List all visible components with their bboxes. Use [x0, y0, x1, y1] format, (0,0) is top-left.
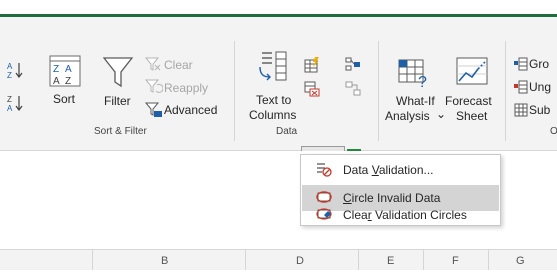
- reapply-filter-icon: [144, 79, 164, 98]
- sort-a-to-z-icon[interactable]: A Z: [7, 61, 23, 84]
- what-if-label-2[interactable]: Analysis: [385, 109, 430, 123]
- svg-text:A: A: [7, 104, 13, 112]
- group-divider: [234, 41, 235, 141]
- menu-item-clear-validation-circles[interactable]: Clear Validation Circles: [302, 208, 499, 224]
- sort-z-to-a-icon[interactable]: Z A: [7, 94, 23, 117]
- group-button-label[interactable]: Gro: [529, 57, 549, 71]
- svg-text:Z: Z: [7, 95, 12, 104]
- subtotal-icon[interactable]: [514, 103, 528, 122]
- title-bar-strip: [0, 0, 557, 14]
- sort-icon[interactable]: Z A A Z: [49, 55, 81, 92]
- consolidate-icon[interactable]: [345, 57, 361, 78]
- data-validation-menu: Data Validation... Circle Invalid Data C…: [300, 154, 501, 226]
- clear-filter-icon: [144, 57, 161, 76]
- advanced-filter-icon: [144, 102, 163, 123]
- clear-validation-circles-icon: [316, 206, 332, 225]
- advanced-button[interactable]: Advanced: [164, 103, 217, 117]
- clear-button[interactable]: Clear: [164, 58, 193, 72]
- data-validation-icon: [316, 161, 332, 180]
- forecast-sheet-label-1[interactable]: Forecast: [445, 94, 492, 108]
- group-divider: [505, 41, 506, 141]
- column-header[interactable]: E: [358, 250, 424, 270]
- menu-item-label: Circle Invalid Data: [343, 191, 441, 205]
- remove-duplicates-icon[interactable]: [304, 81, 320, 102]
- text-to-columns-label-1[interactable]: Text to: [256, 93, 291, 107]
- menu-item-label: Clear Validation Circles: [343, 208, 467, 222]
- group-icon[interactable]: [514, 57, 528, 76]
- outline-group-label: O: [550, 126, 557, 137]
- svg-text:A: A: [65, 64, 72, 75]
- column-header[interactable]: B: [92, 250, 246, 270]
- text-to-columns-icon[interactable]: [258, 51, 288, 88]
- subtotal-button-label[interactable]: Sub: [529, 103, 550, 117]
- what-if-label-1[interactable]: What-If: [396, 94, 435, 108]
- text-to-columns-label-2[interactable]: Columns: [249, 108, 296, 122]
- sort-button-label[interactable]: Sort: [53, 92, 75, 106]
- ribbon: A Z Z A Z A A Z Sort Filter Clear Reappl…: [0, 17, 557, 169]
- relationships-icon[interactable]: [345, 81, 361, 102]
- filter-button-label[interactable]: Filter: [104, 94, 131, 108]
- column-header[interactable]: F: [423, 250, 489, 270]
- forecast-sheet-label-2[interactable]: Sheet: [456, 109, 487, 123]
- svg-text:Z: Z: [65, 76, 71, 87]
- reapply-button[interactable]: Reapply: [164, 81, 208, 95]
- ungroup-icon[interactable]: [514, 80, 528, 99]
- column-header[interactable]: D: [245, 250, 359, 270]
- data-tools-group-label: Data: [276, 126, 298, 137]
- svg-text:A: A: [53, 76, 60, 87]
- ungroup-button-label[interactable]: Ung: [529, 80, 551, 94]
- group-divider: [378, 41, 379, 141]
- column-headers: B D E F G: [0, 249, 557, 270]
- menu-item-label: Data Validation...: [343, 163, 434, 177]
- svg-text:Z: Z: [7, 71, 12, 79]
- what-if-chevron-icon: ⌄: [436, 107, 447, 121]
- forecast-sheet-icon[interactable]: [456, 57, 488, 92]
- svg-text:A: A: [7, 62, 13, 71]
- filter-funnel-icon[interactable]: [102, 56, 134, 95]
- svg-text:Z: Z: [53, 64, 59, 75]
- column-header[interactable]: G: [488, 250, 557, 270]
- flash-fill-icon[interactable]: [304, 57, 320, 78]
- what-if-analysis-icon[interactable]: ?: [398, 57, 430, 94]
- svg-text:?: ?: [418, 74, 427, 89]
- sort-filter-group-label: Sort & Filter: [94, 126, 147, 137]
- menu-item-data-validation[interactable]: Data Validation...: [302, 157, 499, 183]
